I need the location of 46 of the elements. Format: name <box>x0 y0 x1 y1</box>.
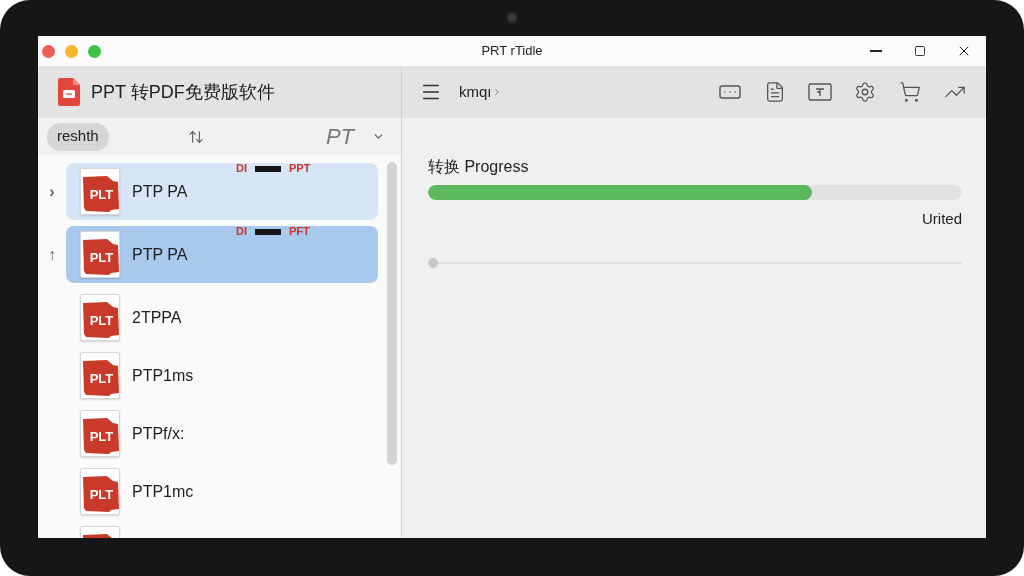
redaction-bar <box>255 165 281 172</box>
document-icon <box>83 418 119 454</box>
zoom-light-icon[interactable] <box>88 44 101 58</box>
overlay-text: PFT <box>289 226 310 237</box>
progress-status: Urited <box>922 209 962 228</box>
maximize-icon <box>914 45 926 57</box>
file-type-label: PLT <box>88 313 115 328</box>
window-title: PRT rTidle <box>481 42 543 61</box>
file-list-item[interactable]: PLT PTPf/x: <box>66 405 378 462</box>
file-list-item[interactable]: PLT 2TPPA <box>66 289 378 346</box>
row-marker[interactable]: ↑ <box>48 245 56 264</box>
row-marker[interactable]: › <box>49 182 55 201</box>
overlay-text: PPT <box>289 163 311 174</box>
settings-icon[interactable] <box>853 80 877 104</box>
file-type-label: PLT <box>88 487 115 502</box>
progress-title: 转换 Progress <box>428 157 529 177</box>
file-type-label: PLT <box>88 429 115 444</box>
slider-track[interactable] <box>428 257 962 269</box>
overlay-text: DI <box>236 163 247 174</box>
camera-icon <box>506 12 518 24</box>
cart-icon[interactable] <box>898 80 922 104</box>
slider-thumb[interactable] <box>428 258 438 268</box>
file-list-item[interactable]: PLT PTP PA DI PFT <box>66 226 378 283</box>
redaction-bar <box>255 228 281 235</box>
file-type-label: PLT <box>88 187 115 202</box>
sort-label: PT <box>325 123 354 151</box>
file-list-item[interactable]: PLT PTP1ms <box>66 347 378 404</box>
sort-icon[interactable] <box>187 128 204 145</box>
document-icon <box>83 476 119 512</box>
scrollbar-thumb[interactable] <box>387 162 397 465</box>
close-light-icon[interactable] <box>42 44 55 58</box>
file-list-item[interactable]: PLT PTP1mc <box>66 463 378 520</box>
document-icon <box>83 302 119 338</box>
file-list-item[interactable]: PLT PTP PA DI PPT <box>66 163 378 220</box>
document-icon <box>83 360 119 396</box>
breadcrumb[interactable]: kmqı <box>459 80 492 104</box>
file-type-label: PLT <box>88 250 115 265</box>
file-type-label: PLT <box>88 371 115 386</box>
minimize-icon <box>870 50 882 52</box>
document-icon <box>83 239 119 275</box>
document-icon <box>83 176 119 212</box>
document-logo-icon <box>58 78 80 106</box>
overlay-text: DI <box>236 226 247 237</box>
app-name: PPT 转PDF免费版软件 <box>91 80 275 104</box>
filter-chip[interactable]: reshth <box>47 122 109 151</box>
text-frame-icon[interactable] <box>808 80 832 104</box>
